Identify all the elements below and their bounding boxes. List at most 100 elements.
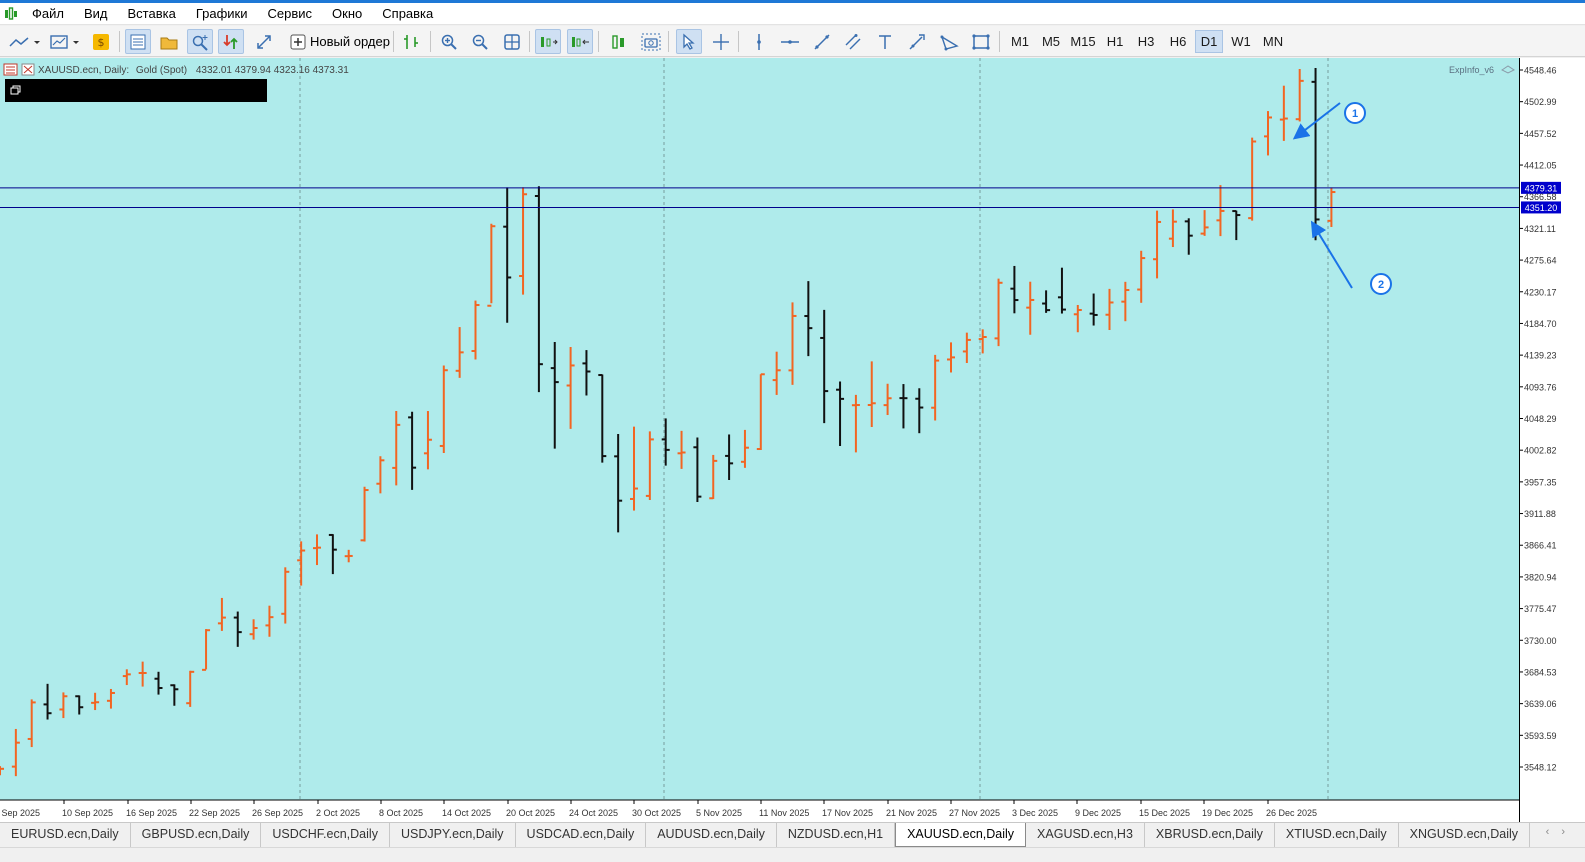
chart-header-ohlc: 4332.01 4379.94 4323.16 4373.31 xyxy=(196,65,349,76)
tab-xauusd[interactable]: XAUUSD.ecn,Daily xyxy=(895,823,1027,847)
chart-header: XAUUSD.ecn, Daily: Gold (Spot) 4332.01 4… xyxy=(3,63,349,76)
timeframe-m15[interactable]: M15 xyxy=(1066,30,1100,53)
timeframe-m5[interactable]: M5 xyxy=(1037,30,1065,53)
menu-insert[interactable]: Вставка xyxy=(118,3,186,25)
price-chart[interactable]: 4379.314351.20 4548.464502.994457.524412… xyxy=(0,58,1585,822)
timeframe-d1[interactable]: D1 xyxy=(1195,30,1223,53)
tab-audusd[interactable]: AUDUSD.ecn,Daily xyxy=(646,823,777,847)
vertical-line-icon[interactable] xyxy=(746,29,772,54)
navigator-folder-icon[interactable] xyxy=(156,29,182,54)
tab-eurusd[interactable]: EURUSD.ecn,Daily xyxy=(0,823,131,847)
new-order-button[interactable]: Новый ордер xyxy=(286,29,394,54)
market-watch-icon[interactable] xyxy=(125,29,151,54)
menu-window[interactable]: Окно xyxy=(322,3,372,25)
trend-line-icon[interactable] xyxy=(809,29,835,54)
chart-template-icon[interactable] xyxy=(48,29,84,54)
price-label: 4002.82 xyxy=(1524,446,1557,456)
date-label: 14 Oct 2025 xyxy=(442,808,491,818)
price-label: 4412.05 xyxy=(1524,161,1557,171)
price-label: 4093.76 xyxy=(1524,382,1557,392)
new-order-plus-icon xyxy=(290,34,306,49)
tab-usdcad[interactable]: USDCAD.ecn,Daily xyxy=(516,823,647,847)
tab-xtiusd[interactable]: XTIUSD.ecn,Daily xyxy=(1275,823,1399,847)
menu-bar: Файл Вид Вставка Графики Сервис Окно Спр… xyxy=(0,3,1585,25)
timeframe-mn[interactable]: MN xyxy=(1258,30,1288,53)
price-label: 3684.53 xyxy=(1524,667,1557,677)
date-label: 19 Dec 2025 xyxy=(1202,808,1253,818)
date-label: 27 Nov 2025 xyxy=(949,808,1000,818)
terminal-window: Файл Вид Вставка Графики Сервис Окно Спр… xyxy=(0,0,1585,862)
menu-help[interactable]: Справка xyxy=(372,3,443,25)
date-label: 11 Nov 2025 xyxy=(759,808,809,818)
tab-gbpusd[interactable]: GBPUSD.ecn,Daily xyxy=(131,823,262,847)
indicator-label: ExpInfo_v6 xyxy=(1449,65,1494,75)
chart-tabs-bar: EURUSD.ecn,Daily GBPUSD.ecn,Daily USDCHF… xyxy=(0,822,1585,847)
market-dollar-icon[interactable]: $ xyxy=(88,29,114,54)
tab-xbrusd[interactable]: XBRUSD.ecn,Daily xyxy=(1145,823,1275,847)
chart-menu-icon[interactable] xyxy=(3,63,18,76)
algo-trading-icon[interactable] xyxy=(399,29,425,54)
date-label: 24 Oct 2025 xyxy=(569,808,618,818)
screenshot-camera-icon[interactable] xyxy=(638,29,664,54)
date-label: 16 Sep 2025 xyxy=(126,808,177,818)
channel-icon[interactable] xyxy=(840,29,866,54)
tab-scroll-right-icon[interactable]: › xyxy=(1561,826,1577,838)
tab-xagusd[interactable]: XAGUSD.ecn,H3 xyxy=(1026,823,1145,847)
price-label: 3866.41 xyxy=(1524,541,1557,551)
price-label: 4184.70 xyxy=(1524,319,1557,329)
horizontal-line-icon[interactable] xyxy=(777,29,803,54)
timeframe-h1[interactable]: H1 xyxy=(1101,30,1129,53)
status-bar xyxy=(0,847,1585,862)
menu-tools[interactable]: Сервис xyxy=(258,3,323,25)
price-label: 4275.64 xyxy=(1524,256,1557,266)
timeframe-h3[interactable]: H3 xyxy=(1132,30,1160,53)
crosshair-icon[interactable] xyxy=(708,29,734,54)
price-label: 3820.94 xyxy=(1524,572,1557,582)
rectangle-tool-icon[interactable] xyxy=(968,29,994,54)
price-label: 3957.35 xyxy=(1524,477,1557,487)
tab-usdjpy[interactable]: USDJPY.ecn,Daily xyxy=(390,823,516,847)
tab-scroll-arrows[interactable]: ‹› xyxy=(1546,826,1577,838)
chart-symbol-icon xyxy=(21,63,35,76)
fibonacci-icon[interactable] xyxy=(904,29,930,54)
date-label: 8 Oct 2025 xyxy=(379,808,423,818)
date-label: 21 Nov 2025 xyxy=(886,808,937,818)
annotation-number: 1 xyxy=(1352,108,1358,120)
text-tool-icon[interactable] xyxy=(872,29,898,54)
zoom-out-icon[interactable] xyxy=(467,29,493,54)
trade-arrows-icon[interactable] xyxy=(218,29,244,54)
data-window-icon[interactable] xyxy=(187,29,213,54)
menu-file[interactable]: Файл xyxy=(22,3,74,25)
tab-usdchf[interactable]: USDCHF.ecn,Daily xyxy=(261,823,390,847)
chart-shift-icon[interactable] xyxy=(535,29,561,54)
auto-scroll-icon[interactable] xyxy=(567,29,593,54)
tab-xngusd[interactable]: XNGUSD.ecn,Daily xyxy=(1399,823,1531,847)
menu-charts[interactable]: Графики xyxy=(186,3,258,25)
candlesticks-icon[interactable] xyxy=(606,29,632,54)
tab-scroll-left-icon[interactable]: ‹ xyxy=(1546,826,1562,838)
cursor-arrow-icon[interactable] xyxy=(676,29,702,54)
app-logo-icon xyxy=(0,3,22,25)
shapes-triangle-icon[interactable] xyxy=(936,29,962,54)
price-label: 4457.52 xyxy=(1524,129,1557,139)
tile-windows-icon[interactable] xyxy=(499,29,525,54)
trade-panel-box[interactable] xyxy=(5,79,267,102)
price-label: 3593.59 xyxy=(1524,731,1557,741)
timeframe-w1[interactable]: W1 xyxy=(1227,30,1255,53)
price-label: 4548.46 xyxy=(1524,66,1557,76)
price-label: 3548.12 xyxy=(1524,763,1557,773)
timeframe-h6[interactable]: H6 xyxy=(1164,30,1192,53)
chart-window[interactable]: 4379.31 4351.20 4548.46 4502.99 4457.52 4412… xyxy=(0,58,1585,822)
tab-nzdusd[interactable]: NZDUSD.ecn,H1 xyxy=(777,823,896,847)
price-label: 4048.29 xyxy=(1524,414,1557,424)
timeframe-m1[interactable]: M1 xyxy=(1006,30,1034,53)
price-label: 4502.99 xyxy=(1524,97,1557,107)
menu-view[interactable]: Вид xyxy=(74,3,118,25)
annotation-number: 2 xyxy=(1378,279,1384,291)
new-order-label: Новый ордер xyxy=(310,34,390,49)
fullscreen-expand-icon[interactable] xyxy=(251,29,277,54)
toolbar: $ Новый ордер M1 M5 M15 H1 H3 H6 D1 W1 M… xyxy=(0,26,1585,57)
chart-type-line-icon[interactable] xyxy=(6,29,44,54)
date-label: 26 Dec 2025 xyxy=(1266,808,1317,818)
zoom-in-icon[interactable] xyxy=(436,29,462,54)
